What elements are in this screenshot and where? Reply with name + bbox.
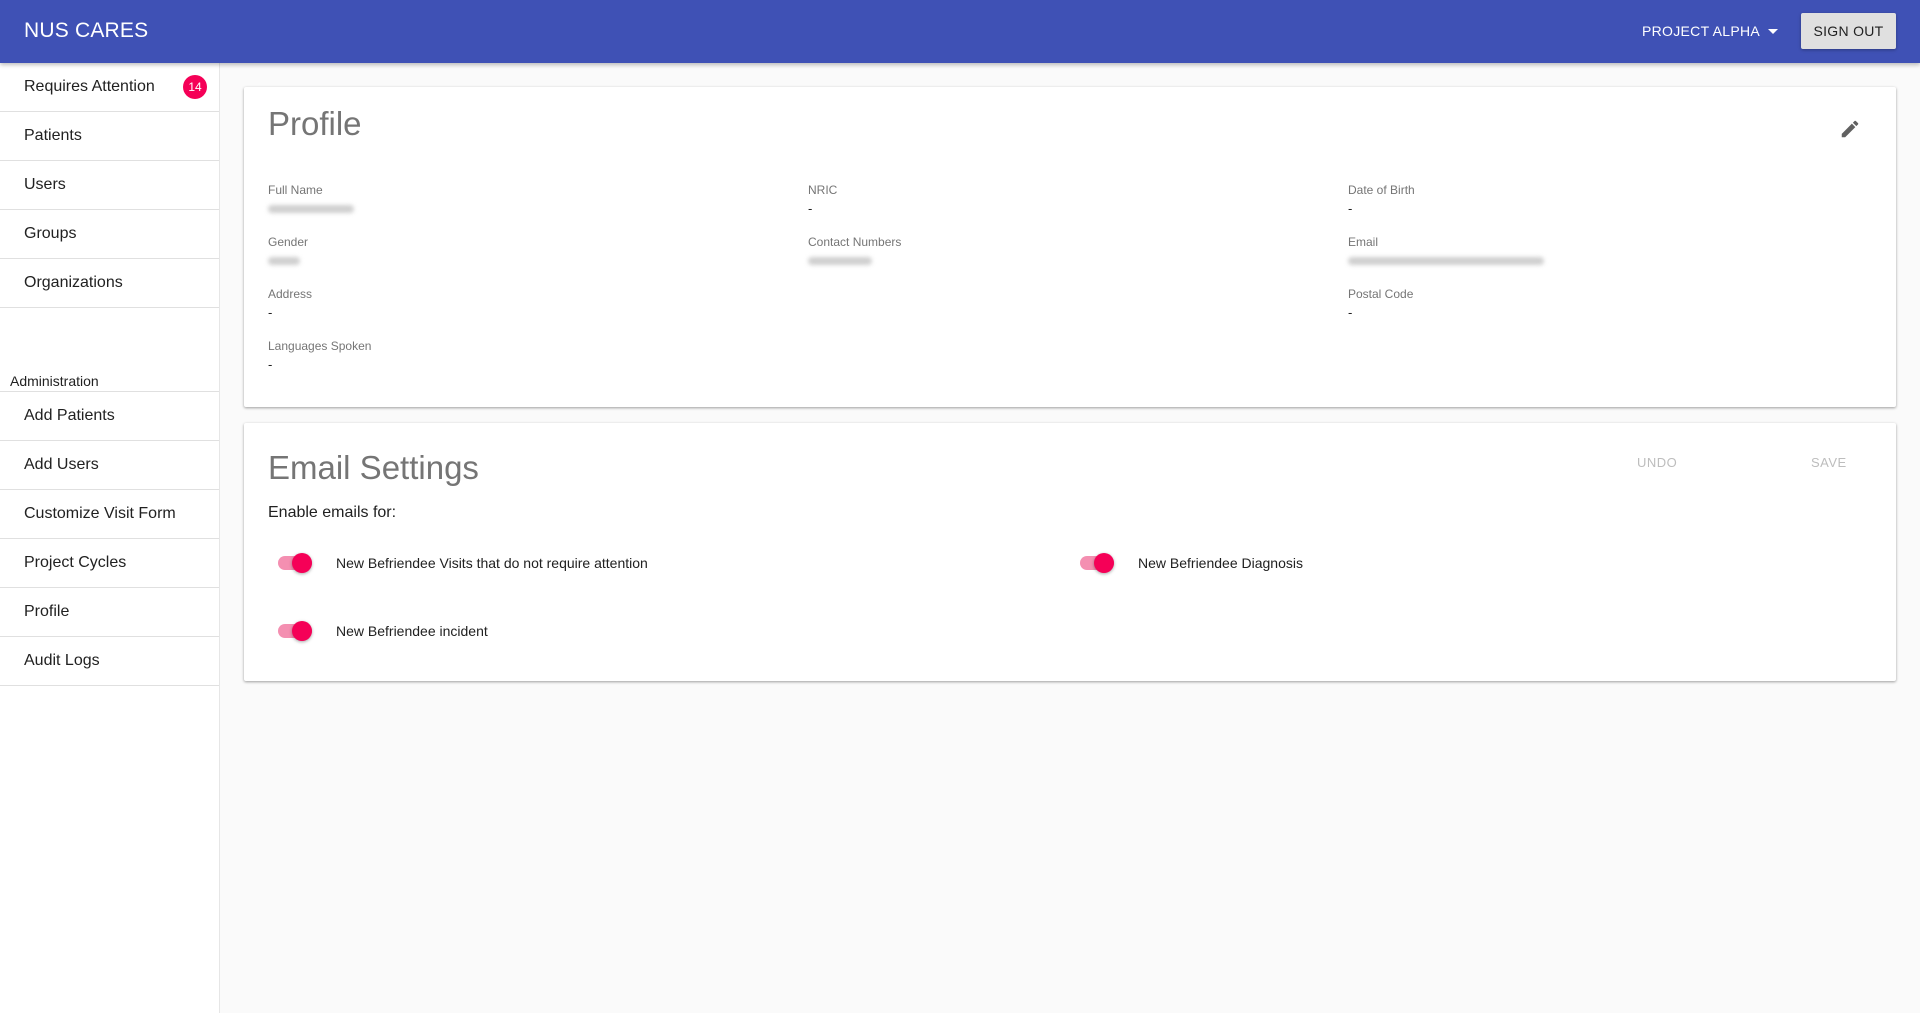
field-value: - <box>268 305 273 320</box>
field-gender: Gender <box>268 235 308 265</box>
field-contact-numbers: Contact Numbers <box>808 235 901 265</box>
field-email: Email <box>1348 235 1544 265</box>
profile-title: Profile <box>268 105 362 142</box>
attention-count-badge: 14 <box>183 75 207 99</box>
sidebar-item-label: Profile <box>24 603 70 620</box>
sidebar-item-label: Users <box>24 176 66 193</box>
toggle-label: New Befriendee Diagnosis <box>1138 555 1303 571</box>
toggle-row-diagnosis[interactable]: New Befriendee Diagnosis <box>1080 553 1303 573</box>
field-value: - <box>268 357 273 372</box>
undo-button[interactable]: UNDO <box>1637 455 1677 470</box>
sidebar-item-requires-attention[interactable]: Requires Attention 14 <box>0 63 219 112</box>
sidebar-item-label: Requires Attention <box>24 78 155 95</box>
toggle-switch[interactable] <box>1080 553 1116 573</box>
sidebar-item-add-patients[interactable]: Add Patients <box>0 392 219 441</box>
email-settings-title: Email Settings <box>268 449 479 486</box>
sidebar-item-label: Patients <box>24 127 82 144</box>
toggle-switch[interactable] <box>278 553 314 573</box>
sign-out-button[interactable]: SIGN OUT <box>1801 13 1896 49</box>
project-selector[interactable]: PROJECT ALPHA <box>1642 15 1779 47</box>
sidebar-item-label: Add Patients <box>24 407 115 424</box>
field-value: - <box>1348 201 1353 216</box>
field-label: Gender <box>268 235 309 249</box>
redacted-value <box>268 257 300 265</box>
caret-down-icon <box>1768 28 1779 34</box>
profile-card: Profile Full Name NRIC - Date of Birth -… <box>244 87 1896 407</box>
project-selector-label: PROJECT ALPHA <box>1642 23 1761 39</box>
field-label: Languages Spoken <box>268 339 372 353</box>
field-label: Address <box>268 287 313 301</box>
redacted-value <box>808 257 872 265</box>
sidebar-item-organizations[interactable]: Organizations <box>0 259 219 308</box>
app-bar: NUS CARES PROJECT ALPHA SIGN OUT <box>0 0 1920 63</box>
field-nric: NRIC - <box>808 183 837 216</box>
field-postal-code: Postal Code - <box>1348 287 1413 320</box>
save-button[interactable]: SAVE <box>1811 455 1847 470</box>
field-label: Postal Code <box>1348 287 1414 301</box>
field-date-of-birth: Date of Birth - <box>1348 183 1415 216</box>
sidebar-item-audit-logs[interactable]: Audit Logs <box>0 637 219 686</box>
toggle-row-incident[interactable]: New Befriendee incident <box>278 621 488 641</box>
sidebar-item-label: Add Users <box>24 456 99 473</box>
edit-profile-button[interactable] <box>1834 113 1866 145</box>
sidebar-item-label: Project Cycles <box>24 554 127 571</box>
toggle-label: New Befriendee Visits that do not requir… <box>336 555 648 571</box>
toggle-row-visits-no-attention[interactable]: New Befriendee Visits that do not requir… <box>278 553 648 573</box>
sidebar-item-customize-visit-form[interactable]: Customize Visit Form <box>0 490 219 539</box>
sidebar: Requires Attention 14 Patients Users Gro… <box>0 63 220 1013</box>
field-address: Address - <box>268 287 312 320</box>
field-label: NRIC <box>808 183 838 197</box>
sidebar-item-label: Organizations <box>24 274 123 291</box>
sidebar-item-add-users[interactable]: Add Users <box>0 441 219 490</box>
pencil-icon <box>1841 120 1859 138</box>
email-settings-card: Email Settings UNDO SAVE Enable emails f… <box>244 423 1896 681</box>
sidebar-item-users[interactable]: Users <box>0 161 219 210</box>
sidebar-item-project-cycles[interactable]: Project Cycles <box>0 539 219 588</box>
toggle-label: New Befriendee incident <box>336 623 488 639</box>
field-label: Full Name <box>268 183 323 197</box>
enable-emails-subhead: Enable emails for: <box>268 504 397 521</box>
field-value: - <box>1348 305 1353 320</box>
sidebar-item-groups[interactable]: Groups <box>0 210 219 259</box>
app-title: NUS CARES <box>24 19 149 42</box>
sidebar-item-label: Customize Visit Form <box>24 505 176 522</box>
field-languages-spoken: Languages Spoken - <box>268 339 371 372</box>
redacted-value <box>268 205 354 213</box>
sidebar-item-profile[interactable]: Profile <box>0 588 219 637</box>
administration-section-label: Administration <box>10 373 99 389</box>
sidebar-item-label: Audit Logs <box>24 652 100 669</box>
field-label: Email <box>1348 235 1379 249</box>
redacted-value <box>1348 257 1544 265</box>
field-full-name: Full Name <box>268 183 354 213</box>
field-value: - <box>808 201 813 216</box>
field-label: Contact Numbers <box>808 235 902 249</box>
toggle-switch[interactable] <box>278 621 314 641</box>
sidebar-item-label: Groups <box>24 225 77 242</box>
field-label: Date of Birth <box>1348 183 1415 197</box>
sidebar-item-patients[interactable]: Patients <box>0 112 219 161</box>
